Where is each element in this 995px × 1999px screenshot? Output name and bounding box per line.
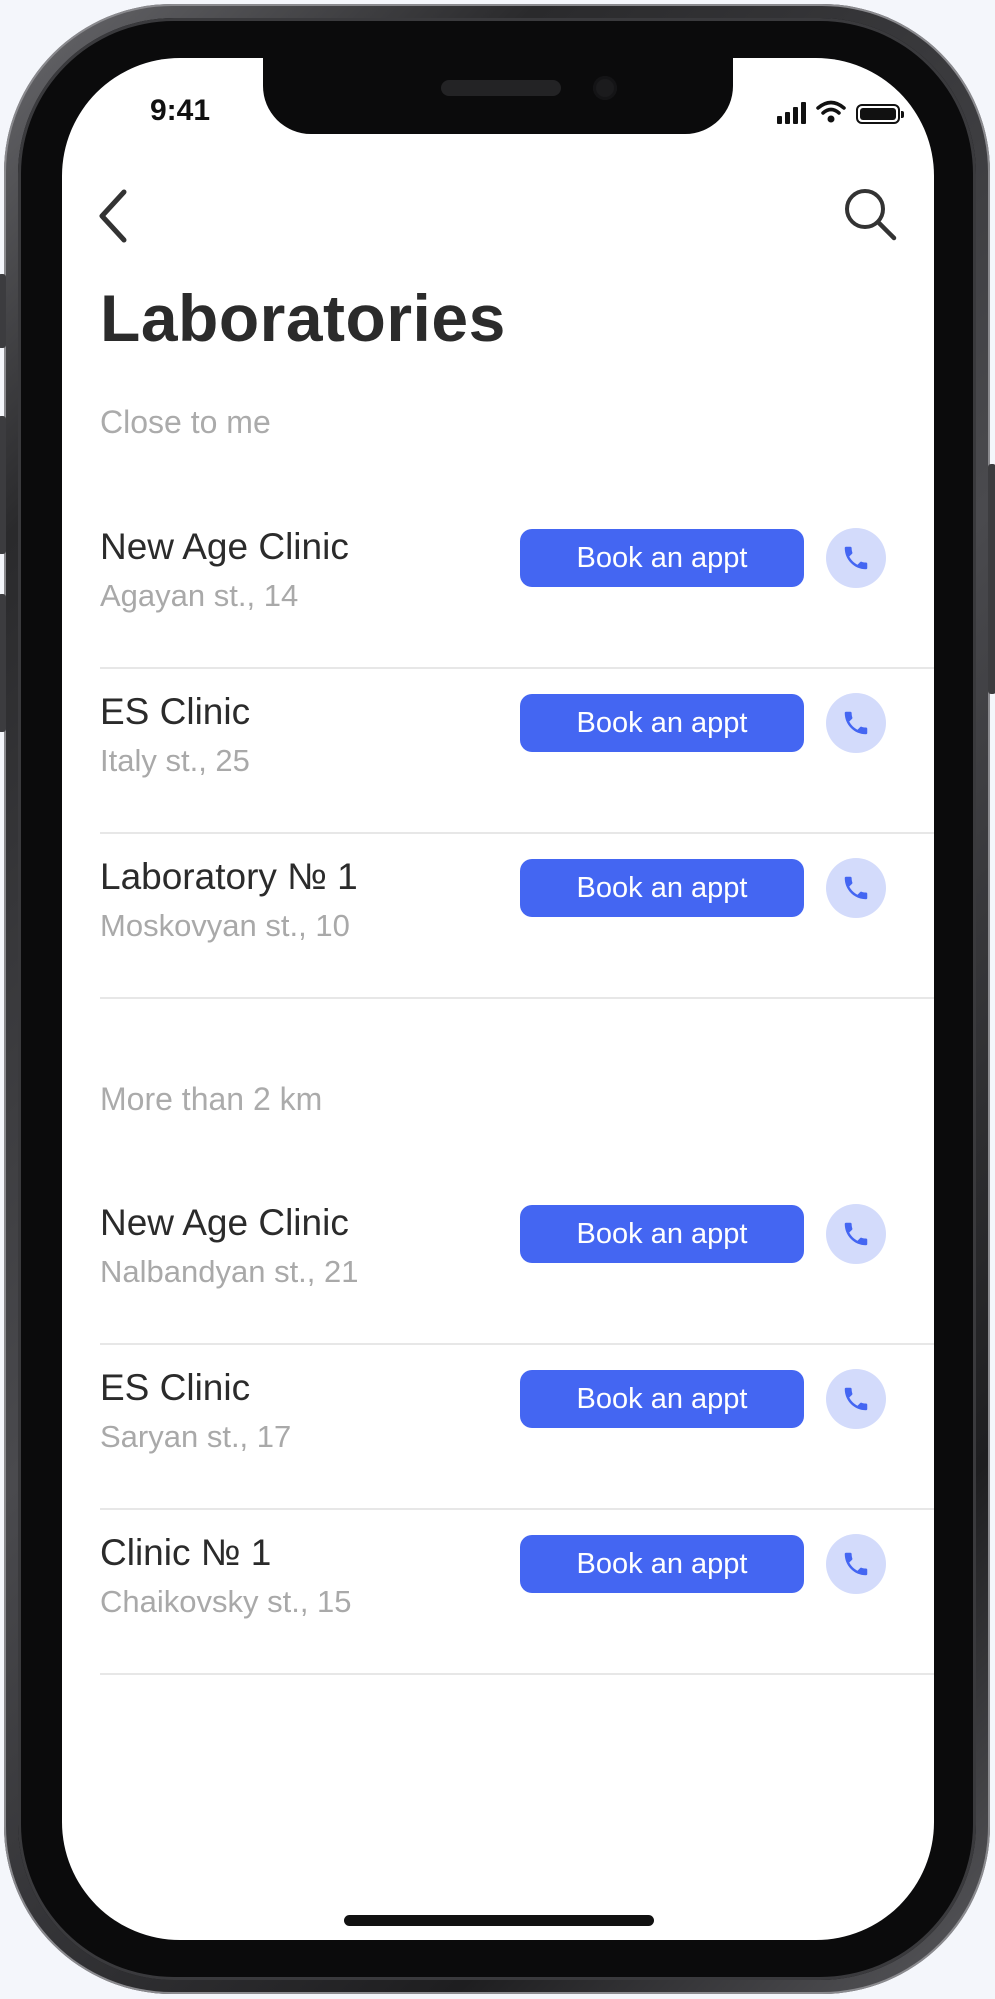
clinic-address: Chaikovsky st., 15 [100, 1584, 352, 1619]
list-item: Clinic № 1 Chaikovsky st., 15 Book an ap… [100, 1510, 934, 1675]
book-appointment-button[interactable]: Book an appt [520, 529, 804, 587]
clinic-address: Saryan st., 17 [100, 1419, 292, 1454]
list-item: Laboratory № 1 Moskovyan st., 10 Book an… [100, 834, 934, 999]
phone-icon [844, 1552, 868, 1576]
clinic-address: Moskovyan st., 10 [100, 908, 350, 943]
clinic-address: Agayan st., 14 [100, 578, 299, 613]
volume-up-button [0, 416, 6, 554]
clinic-name: Laboratory № 1 [100, 856, 358, 897]
list-item: New Age Clinic Nalbandyan st., 21 Book a… [100, 1180, 934, 1345]
clinic-name: New Age Clinic [100, 526, 349, 567]
back-button[interactable] [90, 186, 134, 246]
volume-down-button [0, 594, 6, 732]
clinic-name: Clinic № 1 [100, 1532, 272, 1573]
battery-icon [856, 104, 904, 124]
phone-icon [844, 711, 868, 735]
search-icon [845, 189, 897, 241]
phone-icon [844, 1387, 868, 1411]
silent-switch [0, 274, 6, 348]
list-item: New Age Clinic Agayan st., 14 Book an ap… [100, 504, 934, 669]
wifi-icon [816, 100, 846, 123]
status-icons [777, 98, 904, 124]
section-label-more-than-2km: More than 2 km [100, 1081, 323, 1117]
book-appointment-button[interactable]: Book an appt [520, 859, 804, 917]
call-button[interactable] [826, 858, 886, 918]
phone-icon [844, 546, 868, 570]
status-time: 9:41 [149, 94, 211, 127]
battery-level [860, 108, 896, 120]
book-appointment-button[interactable]: Book an appt [520, 694, 804, 752]
front-camera [593, 76, 617, 100]
screen: 9:41 Laboratories Close to me New Age Cl… [62, 58, 934, 1940]
chevron-left-icon [99, 189, 127, 243]
power-button [988, 464, 995, 694]
call-button[interactable] [826, 693, 886, 753]
book-appointment-button[interactable]: Book an appt [520, 1205, 804, 1263]
home-indicator[interactable] [344, 1915, 654, 1926]
book-appointment-button[interactable]: Book an appt [520, 1370, 804, 1428]
book-appointment-button[interactable]: Book an appt [520, 1535, 804, 1593]
phone-icon [844, 1222, 868, 1246]
cellular-signal-icon [777, 102, 806, 124]
call-button[interactable] [826, 528, 886, 588]
notch [263, 58, 733, 134]
list-item: ES Clinic Italy st., 25 Book an appt [100, 669, 934, 834]
call-button[interactable] [826, 1204, 886, 1264]
speaker-grille [441, 80, 561, 96]
clinic-address: Italy st., 25 [100, 743, 250, 778]
call-button[interactable] [826, 1369, 886, 1429]
call-button[interactable] [826, 1534, 886, 1594]
clinic-name: New Age Clinic [100, 1202, 349, 1243]
clinic-name: ES Clinic [100, 691, 251, 732]
clinic-address: Nalbandyan st., 21 [100, 1254, 359, 1289]
section-label-close-to-me: Close to me [100, 404, 271, 440]
search-button[interactable] [840, 184, 900, 244]
phone-icon [844, 876, 868, 900]
list-item: ES Clinic Saryan st., 17 Book an appt [100, 1345, 934, 1510]
page-title: Laboratories [100, 281, 506, 355]
clinic-name: ES Clinic [100, 1367, 251, 1408]
